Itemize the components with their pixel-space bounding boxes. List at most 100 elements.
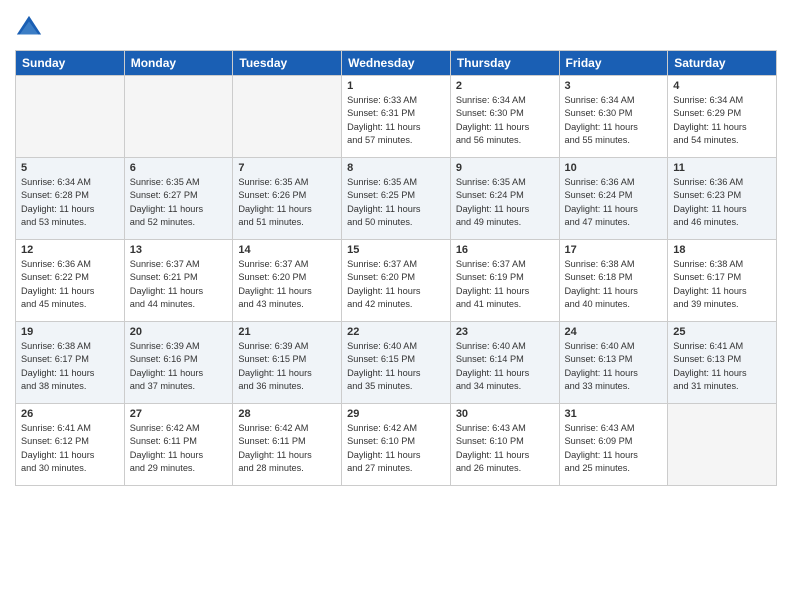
day-number: 1 bbox=[347, 80, 445, 92]
day-info: Sunrise: 6:35 AMSunset: 6:25 PMDaylight:… bbox=[347, 176, 445, 229]
calendar-cell: 29 Sunrise: 6:42 AMSunset: 6:10 PMDayligh… bbox=[342, 404, 451, 486]
calendar-cell: 7 Sunrise: 6:35 AMSunset: 6:26 PMDaylight… bbox=[233, 158, 342, 240]
day-number: 26 bbox=[21, 408, 119, 420]
calendar-cell: 3Sunrise: 6:34 AMSunset: 6:30 PMDaylight… bbox=[559, 76, 668, 158]
calendar-header-wednesday: Wednesday bbox=[342, 51, 451, 76]
day-number: 11 bbox=[673, 162, 771, 174]
week-row-1: 1 Sunrise: 6:33 AMSunset: 6:31 PMDaylight… bbox=[16, 76, 777, 158]
day-number: 31 bbox=[565, 408, 663, 420]
calendar-cell: 11 Sunrise: 6:36 AMSunset: 6:23 PMDayligh… bbox=[668, 158, 777, 240]
calendar-cell: 2 Sunrise: 6:34 AMSunset: 6:30 PMDaylight… bbox=[450, 76, 559, 158]
day-info: Sunrise: 6:42 AMSunset: 6:11 PMDaylight:… bbox=[238, 422, 336, 475]
day-info: Sunrise: 6:37 AMSunset: 6:20 PMDaylight:… bbox=[347, 258, 445, 311]
day-info: Sunrise: 6:37 AMSunset: 6:19 PMDaylight:… bbox=[456, 258, 554, 311]
day-info: Sunrise: 6:36 AMSunset: 6:24 PMDaylight:… bbox=[565, 176, 663, 229]
calendar-cell: 14 Sunrise: 6:37 AMSunset: 6:20 PMDayligh… bbox=[233, 240, 342, 322]
day-info: Sunrise: 6:43 AMSunset: 6:09 PMDaylight:… bbox=[565, 422, 663, 475]
logo bbox=[15, 14, 47, 42]
day-number: 14 bbox=[238, 244, 336, 256]
day-info: Sunrise: 6:38 AMSunset: 6:17 PMDaylight:… bbox=[673, 258, 771, 311]
day-info: Sunrise: 6:39 AMSunset: 6:16 PMDaylight:… bbox=[130, 340, 228, 393]
day-number: 29 bbox=[347, 408, 445, 420]
calendar-cell bbox=[16, 76, 125, 158]
day-number: 15 bbox=[347, 244, 445, 256]
calendar-cell: 26 Sunrise: 6:41 AMSunset: 6:12 PMDayligh… bbox=[16, 404, 125, 486]
calendar-cell: 5 Sunrise: 6:34 AMSunset: 6:28 PMDaylight… bbox=[16, 158, 125, 240]
day-info: Sunrise: 6:37 AMSunset: 6:21 PMDaylight:… bbox=[130, 258, 228, 311]
day-number: 4 bbox=[673, 80, 771, 92]
calendar-cell: 13Sunrise: 6:37 AMSunset: 6:21 PMDayligh… bbox=[124, 240, 233, 322]
calendar-cell bbox=[233, 76, 342, 158]
day-number: 27 bbox=[130, 408, 228, 420]
calendar-header-sunday: Sunday bbox=[16, 51, 125, 76]
day-number: 5 bbox=[21, 162, 119, 174]
day-info: Sunrise: 6:36 AMSunset: 6:23 PMDaylight:… bbox=[673, 176, 771, 229]
calendar-header-row: SundayMondayTuesdayWednesdayThursdayFrid… bbox=[16, 51, 777, 76]
calendar-header-monday: Monday bbox=[124, 51, 233, 76]
calendar-cell: 25 Sunrise: 6:41 AMSunset: 6:13 PMDayligh… bbox=[668, 322, 777, 404]
calendar-cell bbox=[124, 76, 233, 158]
day-number: 24 bbox=[565, 326, 663, 338]
day-number: 8 bbox=[347, 162, 445, 174]
page: SundayMondayTuesdayWednesdayThursdayFrid… bbox=[0, 0, 792, 612]
day-number: 23 bbox=[456, 326, 554, 338]
calendar-cell: 4 Sunrise: 6:34 AMSunset: 6:29 PMDaylight… bbox=[668, 76, 777, 158]
calendar-cell: 8 Sunrise: 6:35 AMSunset: 6:25 PMDaylight… bbox=[342, 158, 451, 240]
calendar-header-thursday: Thursday bbox=[450, 51, 559, 76]
calendar-cell: 27 Sunrise: 6:42 AMSunset: 6:11 PMDayligh… bbox=[124, 404, 233, 486]
calendar-cell: 30 Sunrise: 6:43 AMSunset: 6:10 PMDayligh… bbox=[450, 404, 559, 486]
calendar-cell: 20 Sunrise: 6:39 AMSunset: 6:16 PMDayligh… bbox=[124, 322, 233, 404]
calendar-cell: 21 Sunrise: 6:39 AMSunset: 6:15 PMDayligh… bbox=[233, 322, 342, 404]
calendar-cell bbox=[668, 404, 777, 486]
day-number: 25 bbox=[673, 326, 771, 338]
calendar-cell: 12 Sunrise: 6:36 AMSunset: 6:22 PMDayligh… bbox=[16, 240, 125, 322]
day-number: 22 bbox=[347, 326, 445, 338]
day-info: Sunrise: 6:38 AMSunset: 6:18 PMDaylight:… bbox=[565, 258, 663, 311]
calendar-header-saturday: Saturday bbox=[668, 51, 777, 76]
day-info: Sunrise: 6:42 AMSunset: 6:11 PMDaylight:… bbox=[130, 422, 228, 475]
day-info: Sunrise: 6:36 AMSunset: 6:22 PMDaylight:… bbox=[21, 258, 119, 311]
day-number: 6 bbox=[130, 162, 228, 174]
day-info: Sunrise: 6:33 AMSunset: 6:31 PMDaylight:… bbox=[347, 94, 445, 147]
calendar-cell: 31 Sunrise: 6:43 AMSunset: 6:09 PMDayligh… bbox=[559, 404, 668, 486]
calendar-header-friday: Friday bbox=[559, 51, 668, 76]
day-info: Sunrise: 6:34 AMSunset: 6:29 PMDaylight:… bbox=[673, 94, 771, 147]
calendar-cell: 22 Sunrise: 6:40 AMSunset: 6:15 PMDayligh… bbox=[342, 322, 451, 404]
calendar-cell: 10Sunrise: 6:36 AMSunset: 6:24 PMDayligh… bbox=[559, 158, 668, 240]
day-info: Sunrise: 6:35 AMSunset: 6:24 PMDaylight:… bbox=[456, 176, 554, 229]
calendar-cell: 19Sunrise: 6:38 AMSunset: 6:17 PMDayligh… bbox=[16, 322, 125, 404]
day-number: 19 bbox=[21, 326, 119, 338]
day-number: 7 bbox=[238, 162, 336, 174]
day-info: Sunrise: 6:41 AMSunset: 6:13 PMDaylight:… bbox=[673, 340, 771, 393]
day-info: Sunrise: 6:41 AMSunset: 6:12 PMDaylight:… bbox=[21, 422, 119, 475]
day-number: 16 bbox=[456, 244, 554, 256]
day-number: 3 bbox=[565, 80, 663, 92]
day-number: 20 bbox=[130, 326, 228, 338]
calendar-cell: 1 Sunrise: 6:33 AMSunset: 6:31 PMDaylight… bbox=[342, 76, 451, 158]
day-number: 12 bbox=[21, 244, 119, 256]
day-info: Sunrise: 6:40 AMSunset: 6:15 PMDaylight:… bbox=[347, 340, 445, 393]
day-number: 30 bbox=[456, 408, 554, 420]
day-info: Sunrise: 6:43 AMSunset: 6:10 PMDaylight:… bbox=[456, 422, 554, 475]
day-number: 2 bbox=[456, 80, 554, 92]
day-info: Sunrise: 6:40 AMSunset: 6:13 PMDaylight:… bbox=[565, 340, 663, 393]
week-row-3: 12 Sunrise: 6:36 AMSunset: 6:22 PMDayligh… bbox=[16, 240, 777, 322]
calendar-cell: 16 Sunrise: 6:37 AMSunset: 6:19 PMDayligh… bbox=[450, 240, 559, 322]
day-number: 21 bbox=[238, 326, 336, 338]
week-row-5: 26 Sunrise: 6:41 AMSunset: 6:12 PMDayligh… bbox=[16, 404, 777, 486]
day-number: 9 bbox=[456, 162, 554, 174]
calendar-cell: 17Sunrise: 6:38 AMSunset: 6:18 PMDayligh… bbox=[559, 240, 668, 322]
calendar-cell: 6 Sunrise: 6:35 AMSunset: 6:27 PMDaylight… bbox=[124, 158, 233, 240]
calendar-cell: 9 Sunrise: 6:35 AMSunset: 6:24 PMDaylight… bbox=[450, 158, 559, 240]
day-info: Sunrise: 6:40 AMSunset: 6:14 PMDaylight:… bbox=[456, 340, 554, 393]
day-number: 18 bbox=[673, 244, 771, 256]
day-info: Sunrise: 6:35 AMSunset: 6:27 PMDaylight:… bbox=[130, 176, 228, 229]
day-info: Sunrise: 6:37 AMSunset: 6:20 PMDaylight:… bbox=[238, 258, 336, 311]
day-info: Sunrise: 6:34 AMSunset: 6:30 PMDaylight:… bbox=[456, 94, 554, 147]
header bbox=[15, 10, 777, 42]
day-info: Sunrise: 6:42 AMSunset: 6:10 PMDaylight:… bbox=[347, 422, 445, 475]
day-info: Sunrise: 6:34 AMSunset: 6:28 PMDaylight:… bbox=[21, 176, 119, 229]
calendar-header-tuesday: Tuesday bbox=[233, 51, 342, 76]
day-info: Sunrise: 6:39 AMSunset: 6:15 PMDaylight:… bbox=[238, 340, 336, 393]
day-info: Sunrise: 6:35 AMSunset: 6:26 PMDaylight:… bbox=[238, 176, 336, 229]
